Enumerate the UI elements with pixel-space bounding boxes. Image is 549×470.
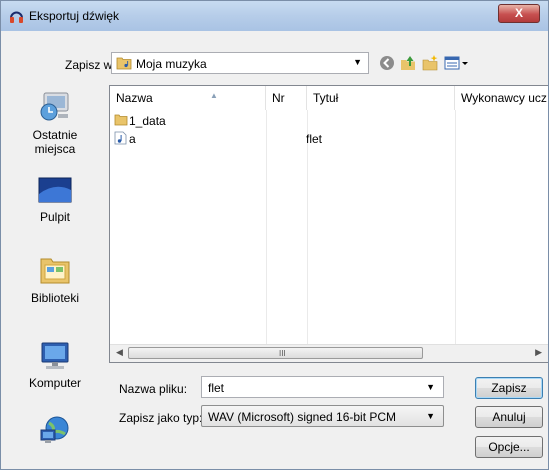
place-computer-label: Komputer: [28, 376, 82, 390]
horizontal-scrollbar[interactable]: ◀ III ▶: [110, 344, 548, 362]
window-title: Eksportuj dźwięk: [29, 9, 120, 23]
view-menu-icon[interactable]: [443, 54, 469, 72]
column-header-title[interactable]: Tytuł: [307, 86, 455, 110]
place-desktop-label: Pulpit: [39, 210, 71, 224]
file-name: a: [129, 132, 136, 146]
file-name: 1_data: [129, 114, 166, 128]
filename-label: Nazwa pliku:: [119, 382, 188, 396]
place-recent-label-2: miejsca: [34, 142, 76, 156]
place-libraries-label: Biblioteki: [30, 291, 80, 305]
save-button[interactable]: Zapisz: [475, 377, 543, 399]
network-icon: [40, 416, 69, 443]
column-header-artists[interactable]: Wykonawcy ucz: [455, 86, 548, 110]
libraries-icon: [40, 258, 70, 284]
filename-input[interactable]: flet ▼: [201, 376, 444, 398]
scrollbar-thumb[interactable]: III: [128, 347, 423, 359]
place-recent-label-1: Ostatnie: [32, 128, 78, 142]
audacity-headphones-icon: [10, 11, 23, 23]
place-computer[interactable]: Komputer: [1, 340, 109, 390]
save-in-label: Zapisz w:: [65, 58, 116, 72]
music-folder-icon: [116, 57, 132, 70]
export-sound-dialog: Eksportuj dźwięk X Zapisz w: Moja muzyka…: [0, 0, 549, 470]
save-as-type-dropdown[interactable]: WAV (Microsoft) signed 16-bit PCM ▼: [201, 405, 444, 427]
title-bar[interactable]: Eksportuj dźwięk X: [1, 1, 548, 31]
place-network[interactable]: [1, 414, 109, 452]
close-icon: X: [514, 6, 523, 20]
scroll-right-icon[interactable]: ▶: [535, 347, 542, 358]
column-header-name[interactable]: Nazwa ▲: [110, 86, 266, 110]
column-header-number[interactable]: Nr: [266, 86, 307, 110]
audio-file-icon: [114, 131, 127, 145]
save-as-type-value: WAV (Microsoft) signed 16-bit PCM: [208, 410, 397, 424]
close-button[interactable]: X: [498, 4, 540, 23]
desktop-icon: [38, 177, 72, 203]
place-recent[interactable]: Ostatnie miejsca: [1, 90, 109, 156]
chevron-down-icon: ▼: [353, 57, 362, 67]
new-folder-icon[interactable]: [421, 54, 439, 72]
file-title: flet: [306, 132, 323, 146]
computer-icon: [41, 342, 69, 369]
places-bar: Ostatnie miejsca Pulpit Biblioteki Kompu…: [1, 86, 109, 469]
recent-places-icon: [40, 92, 69, 121]
scroll-left-icon[interactable]: ◀: [116, 347, 123, 358]
chevron-down-icon[interactable]: ▼: [426, 382, 435, 392]
save-in-dropdown[interactable]: Moja muzyka ▼: [111, 52, 369, 74]
file-list[interactable]: Nazwa ▲ Nr Tytuł Wykonawcy ucz 1_data a …: [109, 85, 548, 363]
place-libraries[interactable]: Biblioteki: [1, 251, 109, 305]
cancel-button[interactable]: Anuluj: [475, 406, 543, 428]
save-in-value: Moja muzyka: [136, 57, 207, 71]
folder-icon: [114, 114, 128, 126]
file-row-audio[interactable]: a flet: [110, 130, 548, 148]
up-folder-icon[interactable]: [399, 54, 417, 72]
filename-value: flet: [208, 381, 225, 395]
options-button[interactable]: Opcje...: [475, 436, 543, 458]
file-row-folder[interactable]: 1_data: [110, 112, 548, 130]
sort-ascending-icon: ▲: [210, 91, 218, 100]
back-icon[interactable]: [378, 54, 396, 72]
place-desktop[interactable]: Pulpit: [1, 176, 109, 224]
chevron-down-icon: ▼: [426, 411, 435, 421]
save-as-type-label: Zapisz jako typ:: [119, 411, 203, 425]
scrollbar-grip: III: [279, 349, 286, 358]
